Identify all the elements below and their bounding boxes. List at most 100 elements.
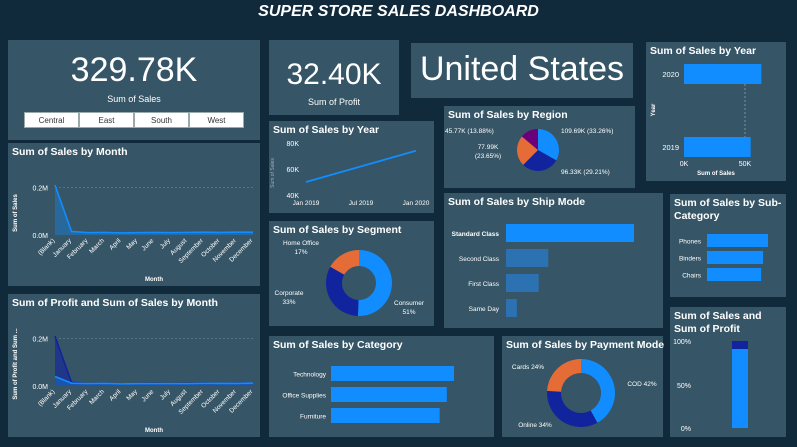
sales-by-year-bar-chart: 2020 2019 0K 50K Sum of Sales Year [651, 64, 762, 177]
region-slicer-central[interactable]: Central [24, 112, 79, 128]
y-axis-label: Sum of Sales [13, 194, 19, 232]
y-tick-label: 0% [681, 426, 691, 433]
bar [331, 366, 454, 381]
slice-label: Home Office [283, 240, 319, 247]
region-slicer-south[interactable]: South [134, 112, 189, 128]
x-tick-label: March [88, 388, 106, 406]
region-slicer-east[interactable]: East [79, 112, 134, 128]
x-tick-label: 0K [680, 161, 689, 168]
bar [506, 299, 517, 317]
sales-by-ship-mode-chart: Standard Class Second Class First Class Sam… [452, 224, 634, 317]
slice-label: 33% [282, 299, 295, 306]
pie-slice [326, 266, 359, 316]
bar-category-label: Chairs [682, 273, 702, 280]
bar-category-label: 2020 [662, 70, 679, 79]
sales-profit-100pct-card: Sum of Sales and Sum of Profit 100% 50% 0% [670, 307, 786, 437]
sales-by-region-chart: 109.69K (33.26%) 96.33K (29.21%) 77.99K (23… [445, 128, 613, 176]
sales-by-category-card: Sum of Sales by Category Technology Offic… [269, 336, 494, 437]
bar [707, 268, 762, 281]
x-tick-label: May [125, 388, 139, 402]
profit-sales-by-month-chart: 0.0M0.2M(Blank)JanuaryFebruaryMarch April… [13, 328, 255, 434]
area-fill [55, 376, 253, 386]
x-tick-label: April [108, 388, 123, 403]
slice-label: 77.99K [478, 144, 499, 151]
bar [506, 249, 549, 267]
region-slicer-west[interactable]: West [189, 112, 244, 128]
slice-label: 45.77K (13.88%) [445, 128, 494, 135]
sales-by-payment-mode-chart: COD 42% Online 34% Cards 24% [512, 359, 657, 429]
sales-by-subcategory-chart: Phones Binders Chairs [679, 234, 768, 281]
bar-category-label: Same Day [469, 306, 500, 313]
x-tick-label: April [108, 237, 123, 252]
x-axis-label: Sum of Sales [697, 171, 735, 177]
area-fill [55, 185, 253, 235]
stacked-bar-segment [732, 349, 748, 428]
y-axis-label: Sum of Profit and Sum ... [13, 328, 19, 400]
sales-by-subcategory-card: Sum of Sales by Sub-Category Phones Binde… [670, 194, 786, 297]
x-tick-label: July [159, 388, 173, 402]
series-line [54, 184, 253, 234]
bar-category-label: Standard Class [452, 231, 500, 238]
area-fill [55, 336, 253, 386]
sales-by-segment-chart: Consumer 51% Corporate 33% Home Office 17% [275, 240, 425, 316]
sales-by-category-chart: Technology Office Supplies Furniture [282, 366, 454, 423]
region-slicer: Central East South West [24, 112, 244, 128]
sales-profit-100pct-chart: 100% 50% 0% [673, 339, 748, 433]
x-axis-label: Month [145, 277, 163, 283]
pie-slice [547, 359, 581, 392]
bar-category-label: Second Class [459, 256, 500, 263]
country-value: United States [419, 50, 625, 88]
sales-by-ship-mode-card: Sum of Sales by Ship Mode Standard Class… [444, 193, 663, 328]
sales-by-year-line-card: Sum of Sales by Year 40K 60K 80K Jan 2019 Ju… [269, 121, 434, 213]
stacked-bar-segment [732, 341, 748, 350]
y-tick-label: 0.2M [32, 186, 48, 193]
bar-category-label: Binders [679, 256, 702, 263]
x-tick-label: 50K [739, 161, 752, 168]
bar [684, 64, 762, 84]
y-tick-label: 80K [287, 141, 300, 148]
bar-category-label: 2019 [662, 143, 679, 152]
profit-kpi-card: 32.40K Sum of Profit [269, 40, 399, 115]
sales-by-segment-card: Sum of Sales by Segment Consumer 51% Corpo… [269, 221, 434, 326]
y-axis-label: Year [651, 103, 657, 116]
sales-by-year-line-chart: 40K 60K 80K Jan 2019 Jul 2019 Jan 2020 Sum of … [270, 141, 430, 207]
y-tick-label: 40K [287, 193, 300, 200]
x-tick-label: Jul 2019 [349, 200, 374, 207]
x-tick-label: June [140, 388, 155, 403]
y-tick-label: 60K [287, 167, 300, 174]
y-tick-label: 100% [673, 339, 691, 346]
sales-by-region-card: Sum of Sales by Region 109.69K (33.26%) 9… [444, 106, 635, 188]
sales-by-payment-mode-card: Sum of Sales by Payment Mode COD 42% Onli… [502, 336, 664, 437]
x-tick-label: March [88, 237, 106, 255]
bar [506, 274, 539, 292]
profit-kpi-value: 32.40K [286, 58, 382, 91]
profit-kpi-label: Sum of Profit [307, 97, 361, 107]
slice-label: 51% [402, 309, 415, 316]
y-tick-label: 50% [677, 383, 691, 390]
bar [707, 251, 764, 264]
bar-category-label: Furniture [300, 414, 326, 421]
slice-label: Online 34% [518, 422, 552, 429]
x-tick-label: May [125, 237, 139, 251]
pie-slice [357, 250, 392, 316]
bar-category-label: First Class [468, 281, 499, 288]
bar-category-label: Office Supplies [282, 393, 326, 400]
y-axis-label: Sum of Sales [270, 158, 276, 188]
y-tick-label: 0.2M [32, 337, 48, 344]
x-tick-label: June [140, 237, 155, 252]
x-tick-label: Jan 2019 [293, 200, 320, 207]
y-tick-label: 0.0M [32, 233, 48, 240]
bar [331, 408, 440, 423]
slice-label: Cards 24% [512, 364, 544, 371]
sales-by-year-bar-card: Sum of Sales by Year 2020 2019 0K 50K Sum of… [646, 42, 786, 181]
profit-sales-by-month-card: Sum of Profit and Sum of Sales by Month … [8, 294, 260, 437]
bar [707, 234, 768, 247]
bar [684, 137, 751, 157]
pie-slice [547, 390, 598, 427]
slice-label: 109.69K (33.26%) [561, 128, 613, 135]
slice-label: Corporate [275, 290, 304, 297]
x-tick-label: Jan 2020 [403, 200, 430, 207]
slice-label: 96.33K (29.21%) [561, 169, 610, 176]
y-tick-label: 0.0M [32, 384, 48, 391]
bar-category-label: Technology [293, 372, 327, 379]
